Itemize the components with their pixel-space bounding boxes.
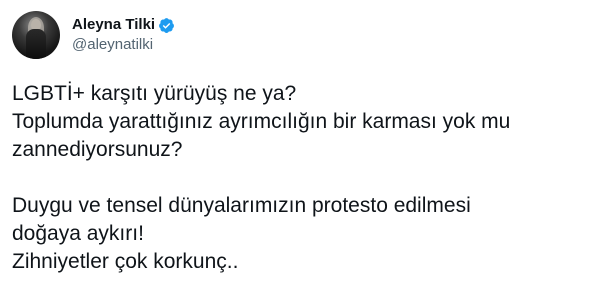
tweet-text-line: Duygu ve tensel dünyalarımızın protesto … [12,194,471,217]
tweet-text: LGBTİ+ karşıtı yürüyüş ne ya? Toplumda y… [12,80,602,276]
avatar-figure-body [26,29,46,59]
tweet-card: Aleyna Tilki @aleynatilki LGBTİ+ karşıtı… [0,0,614,299]
tweet-text-line: zannediyorsunuz? [12,138,183,161]
tweet-text-line: Zihniyetler çok korkunç.. [12,250,239,273]
tweet-header: Aleyna Tilki @aleynatilki [12,11,175,59]
tweet-text-line: LGBTİ+ karşıtı yürüyüş ne ya? [12,82,297,105]
author-display-name[interactable]: Aleyna Tilki [72,15,155,35]
avatar[interactable] [12,11,60,59]
verified-badge-icon [159,17,175,33]
author-info: Aleyna Tilki @aleynatilki [72,15,175,55]
tweet-text-line: doğaya aykırı! [12,222,144,245]
author-handle[interactable]: @aleynatilki [72,35,175,55]
author-name-row[interactable]: Aleyna Tilki [72,15,175,35]
tweet-text-line: Toplumda yarattığınız ayrımcılığın bir k… [12,110,511,133]
